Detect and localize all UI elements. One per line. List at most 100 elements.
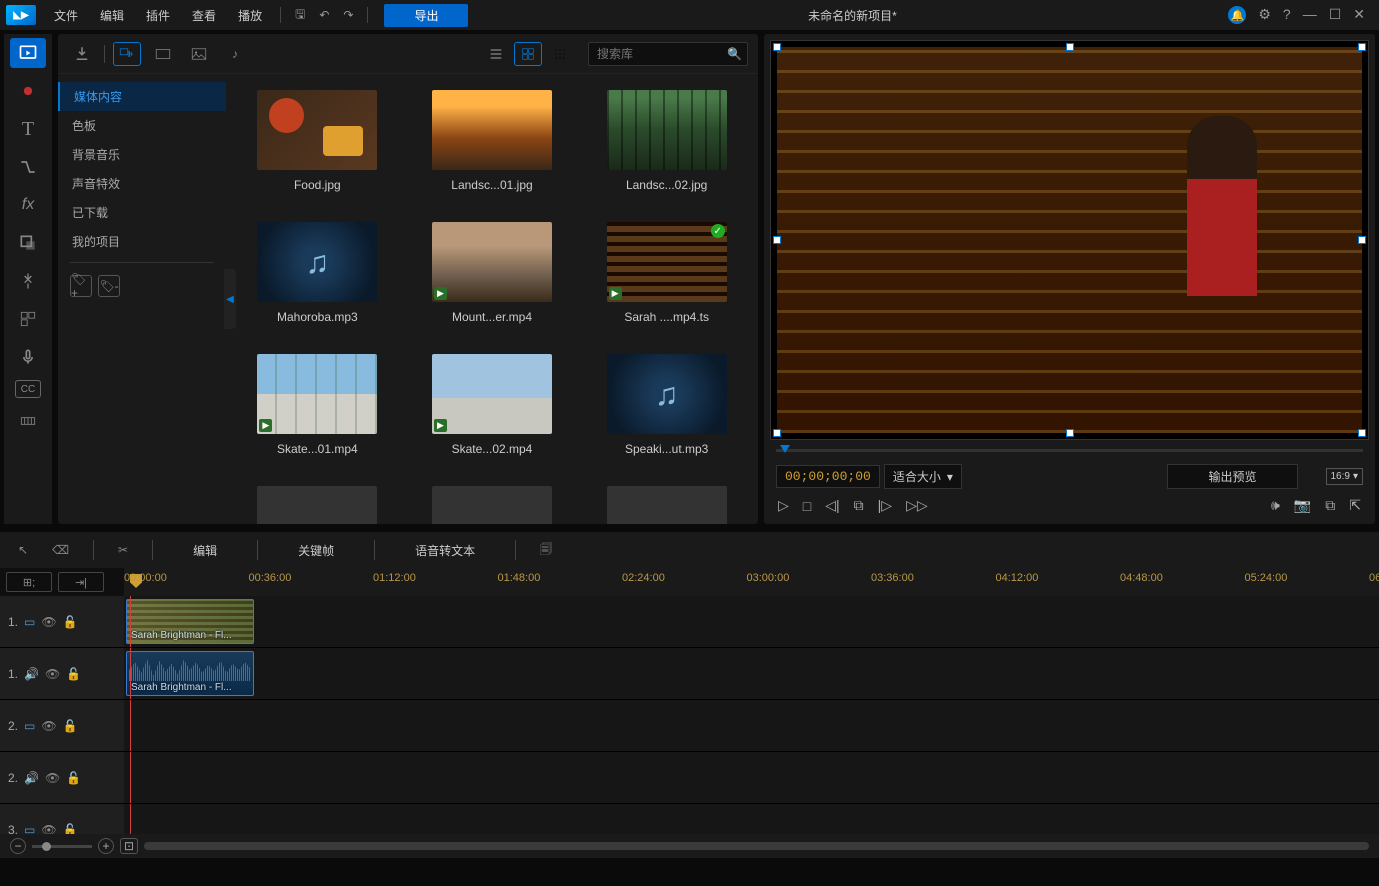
snapshot-icon[interactable]: 📷 (1294, 497, 1311, 514)
tool-particle[interactable] (10, 266, 46, 296)
tool-voiceover[interactable] (10, 342, 46, 372)
view-grid-icon[interactable] (514, 42, 542, 66)
resize-handle[interactable] (773, 43, 781, 51)
zoom-slider[interactable] (32, 845, 92, 848)
tool-media[interactable] (10, 38, 46, 68)
dual-view-icon[interactable]: ⧉ (1325, 497, 1335, 514)
volume-icon[interactable]: 🕪 (1271, 497, 1280, 514)
track-lane[interactable] (124, 752, 1379, 803)
zoom-fit-icon[interactable]: ⊡ (120, 838, 138, 854)
horizontal-scrollbar[interactable] (144, 842, 1369, 850)
media-item[interactable]: Mahoroba.mp3 (242, 222, 393, 324)
cut-tool-icon[interactable]: ✂ (110, 539, 136, 561)
resize-handle[interactable] (1358, 43, 1366, 51)
view-sort-icon[interactable] (546, 42, 574, 66)
view-list-icon[interactable] (482, 42, 510, 66)
zoom-out-icon[interactable]: − (10, 838, 26, 854)
timeline-mode-a[interactable]: ⊞; (6, 572, 52, 592)
preview-scrubber[interactable] (770, 440, 1369, 460)
track-video-icon[interactable]: ▭ (24, 615, 35, 629)
menu-edit[interactable]: 编辑 (90, 3, 134, 28)
more-icon[interactable]: 🗐 (532, 536, 560, 565)
snapshot-transport-icon[interactable]: ⧉ (854, 497, 864, 514)
save-icon[interactable]: 🖫 (289, 1, 311, 30)
media-item[interactable]: Landsc...01.jpg (417, 90, 568, 192)
tool-fx[interactable]: fx (10, 190, 46, 220)
resize-handle[interactable] (773, 429, 781, 437)
menu-view[interactable]: 查看 (182, 3, 226, 28)
track-audio-icon[interactable]: 🔊 (24, 667, 39, 681)
notification-icon[interactable]: 🔔 (1228, 6, 1246, 24)
tool-transition[interactable] (10, 152, 46, 182)
track-lock-icon[interactable]: 🔓 (63, 823, 78, 835)
sidebar-item-my-projects[interactable]: 我的项目 (58, 227, 226, 256)
fast-forward-icon[interactable]: ▷▷ (906, 497, 928, 514)
tool-title[interactable]: T (10, 114, 46, 144)
resize-handle[interactable] (1358, 429, 1366, 437)
track-lane[interactable] (124, 804, 1379, 834)
prev-frame-icon[interactable]: ◁| (825, 497, 839, 514)
media-item[interactable]: ▶ (591, 486, 742, 524)
track-video-icon[interactable]: ▭ (24, 823, 35, 835)
track-visibility-icon[interactable]: 👁 (41, 823, 56, 835)
sidebar-item-media-content[interactable]: 媒体内容 (58, 82, 226, 111)
sidebar-item-color-boards[interactable]: 色板 (58, 111, 226, 140)
timeline-ruler[interactable]: 00:00:0000:36:0001:12:0001:48:0002:24:00… (124, 568, 1379, 596)
settings-icon[interactable]: ⚙ (1258, 6, 1271, 24)
track-visibility-icon[interactable]: 👁 (41, 615, 56, 629)
sidebar-item-bg-music[interactable]: 背景音乐 (58, 140, 226, 169)
media-item[interactable]: ▶ (242, 486, 393, 524)
timeline-clip[interactable]: Sarah Brightman - Fl... (126, 599, 254, 644)
aspect-ratio-dropdown[interactable]: 16:9▾ (1326, 468, 1364, 485)
export-button[interactable]: 导出 (384, 4, 468, 27)
tool-subtitle[interactable]: CC (15, 380, 41, 398)
track-lock-icon[interactable]: 🔓 (66, 667, 81, 681)
play-icon[interactable]: ▷ (778, 497, 789, 514)
media-item[interactable]: ▶Skate...02.mp4 (417, 354, 568, 456)
track-video-icon[interactable]: ▭ (24, 719, 35, 733)
keyframe-tab[interactable]: 关键帧 (274, 538, 358, 563)
stop-icon[interactable]: □ (803, 498, 811, 514)
track-lane[interactable]: Sarah Brightman - Fl... (124, 648, 1379, 699)
media-item[interactable]: ▶Mount...er.mp4 (417, 222, 568, 324)
media-item[interactable]: Speaki...ut.mp3 (591, 354, 742, 456)
sidebar-item-downloaded[interactable]: 已下载 (58, 198, 226, 227)
erase-tool-icon[interactable]: ⌫ (44, 539, 77, 561)
collapse-sidebar-icon[interactable]: ◀ (224, 269, 236, 329)
media-item[interactable]: ✓▶Sarah ....mp4.ts (591, 222, 742, 324)
resize-handle[interactable] (1066, 43, 1074, 51)
help-icon[interactable]: ? (1283, 6, 1291, 24)
zoom-in-icon[interactable]: + (98, 838, 114, 854)
track-lock-icon[interactable]: 🔓 (63, 615, 78, 629)
tool-chapter[interactable] (10, 406, 46, 436)
tag-add-icon[interactable]: 🏷+ (70, 275, 92, 297)
menu-plugins[interactable]: 插件 (136, 3, 180, 28)
preview-viewport[interactable] (770, 40, 1369, 440)
timeline-clip[interactable]: Sarah Brightman - Fl... (126, 651, 254, 696)
track-visibility-icon[interactable]: 👁 (45, 667, 60, 681)
track-visibility-icon[interactable]: 👁 (45, 771, 60, 785)
edit-tab[interactable]: 编辑 (169, 538, 241, 563)
output-preview-button[interactable]: 输出预览 (1167, 464, 1297, 489)
select-tool-icon[interactable]: ↖ (10, 539, 36, 561)
timeline-mode-b[interactable]: ⇥| (58, 572, 104, 592)
resize-handle[interactable] (1358, 236, 1366, 244)
filter-video-icon[interactable] (149, 42, 177, 66)
import-icon[interactable] (68, 42, 96, 66)
fit-dropdown[interactable]: 适合大小▾ (884, 464, 962, 489)
minimize-icon[interactable]: — (1303, 6, 1317, 24)
track-lane[interactable]: Sarah Brightman - Fl... (124, 596, 1379, 647)
filter-all-icon[interactable] (113, 42, 141, 66)
search-icon[interactable]: 🔍 (727, 47, 742, 61)
track-audio-icon[interactable]: 🔊 (24, 771, 39, 785)
track-lock-icon[interactable]: 🔓 (63, 719, 78, 733)
filter-audio-icon[interactable]: ♪ (221, 42, 249, 66)
media-item[interactable]: ▶Skate...01.mp4 (242, 354, 393, 456)
menu-play[interactable]: 播放 (228, 3, 272, 28)
sidebar-item-sound-fx[interactable]: 声音特效 (58, 169, 226, 198)
resize-handle[interactable] (1066, 429, 1074, 437)
filter-image-icon[interactable] (185, 42, 213, 66)
undo-icon[interactable]: ↶ (313, 4, 335, 26)
search-input[interactable] (588, 42, 748, 66)
next-frame-icon[interactable]: |▷ (878, 497, 892, 514)
